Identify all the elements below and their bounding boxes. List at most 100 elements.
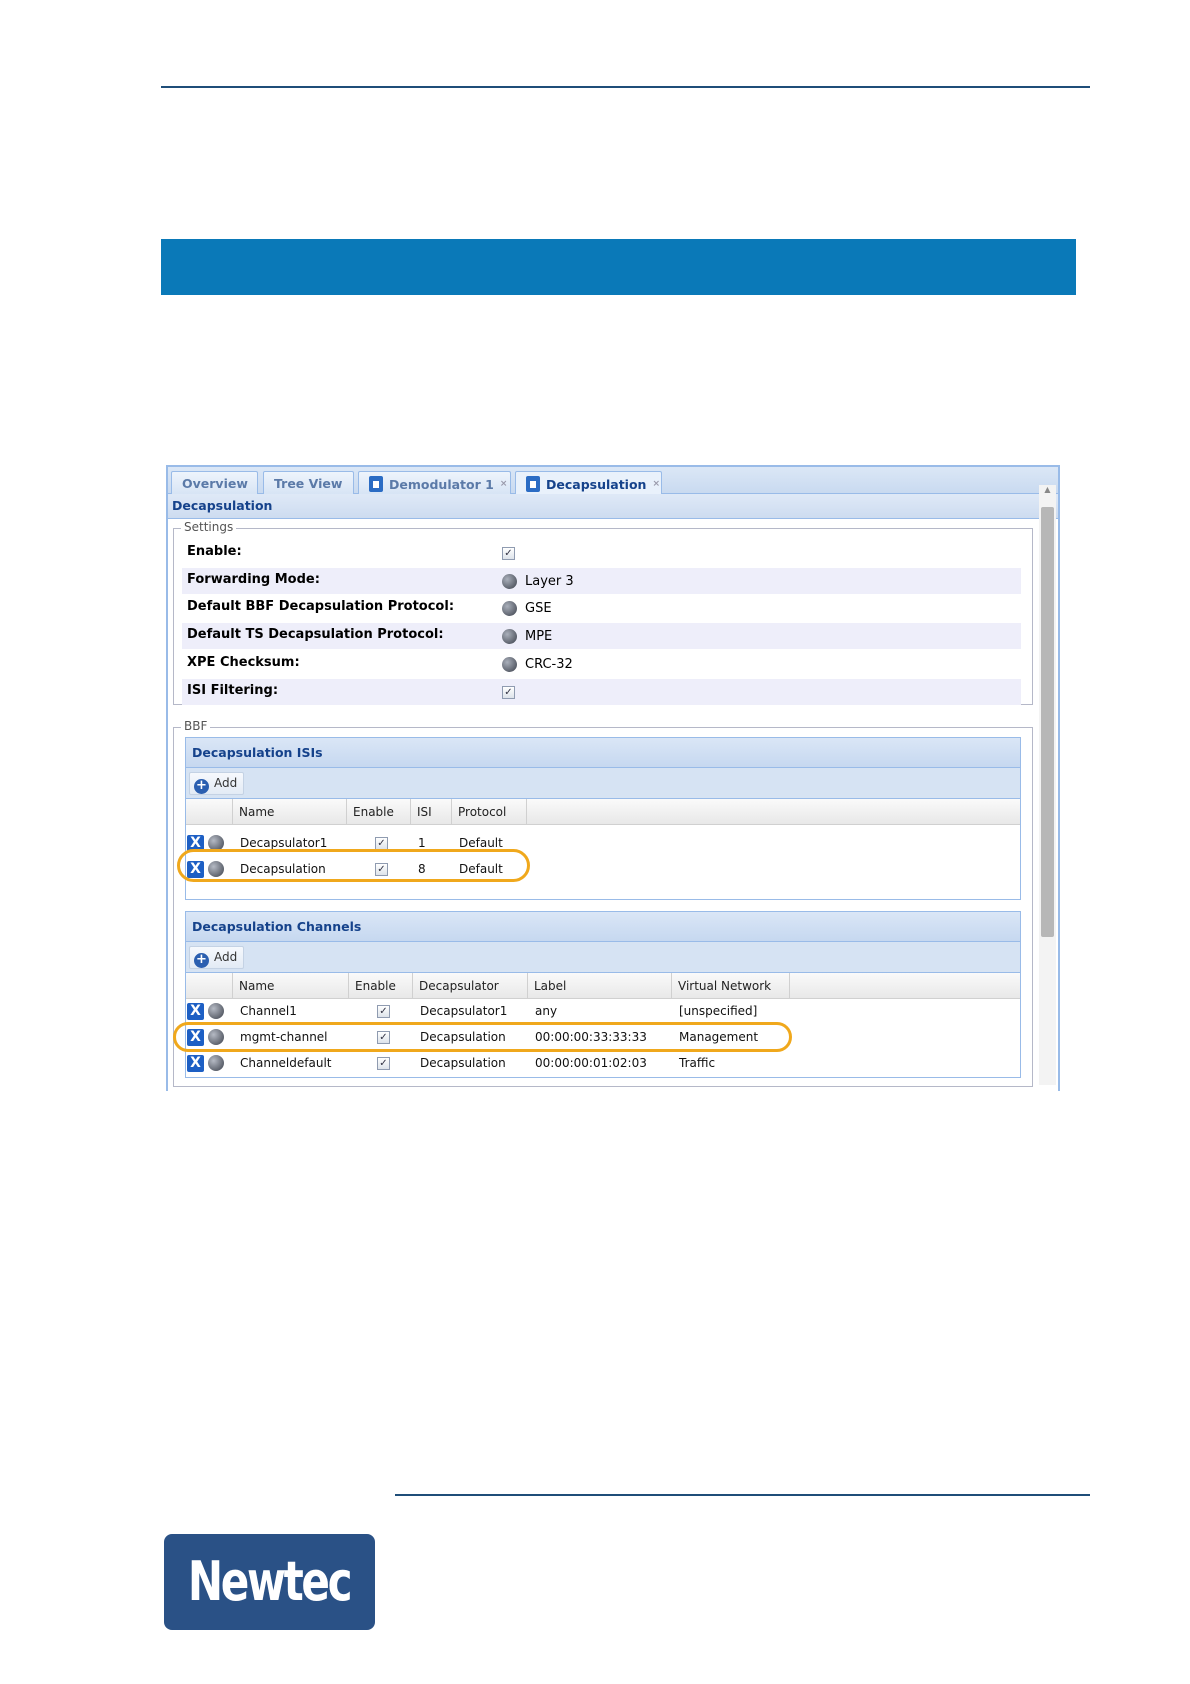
column-header[interactable]: Enable [347,799,411,825]
add-channel-button[interactable]: + Add [189,946,245,969]
document-icon [526,476,540,492]
column-header[interactable]: Name [233,973,349,999]
edit-icon[interactable] [502,656,517,672]
setting-row: Default TS Decapsulation Protocol: MPE [182,623,1021,650]
setting-label: Default BBF Decapsulation Protocol: [187,599,455,615]
add-isi-button[interactable]: + Add [189,772,245,795]
column-header[interactable]: Enable [349,973,413,999]
edit-icon[interactable] [502,629,517,645]
cell-decapsulator: Decapsulation [420,1056,506,1070]
close-icon[interactable]: × [500,479,508,489]
column-header[interactable]: Label [528,973,672,999]
cell-decapsulator: Decapsulator1 [420,1004,508,1018]
table-row[interactable]: Xmgmt-channel ✓ Decapsulation 00:00:00:33:3… [186,1025,1020,1051]
cell-name: Decapsulator1 [240,836,328,850]
setting-checkbox[interactable]: ✓ [502,547,515,560]
delete-icon[interactable]: X [187,1029,204,1046]
scroll-up-icon[interactable]: ▲ [1039,485,1056,494]
cell-protocol: Default [459,836,503,850]
enable-checkbox[interactable]: ✓ [377,1005,390,1018]
section-banner [161,239,1076,295]
setting-value-cell[interactable]: MPE [502,629,552,645]
table-row[interactable]: X Channeldefault ✓ Decapsulation 00:00:00:01… [186,1051,1020,1077]
tab-label: Demodulator 1 [389,477,494,492]
setting-label: Enable: [187,544,242,559]
delete-icon[interactable]: X [187,1003,204,1020]
cell-name: mgmt-channel [240,1030,328,1044]
cell-name: Decapsulation [240,862,326,876]
setting-value-cell[interactable]: Layer 3 [502,573,574,589]
cell-name: Channel1 [240,1004,297,1018]
newtec-logo: Newtec [164,1534,375,1630]
channels-grid-body: X Channel1 ✓ Decapsulator1 any [unspecified] X… [186,999,1020,1077]
isi-grid-body: X Decapsulator1 ✓ 1 Default X Decapsulation ✓ 8 D… [186,825,1020,883]
setting-value-cell[interactable]: CRC-32 [502,656,573,672]
footer-rule [395,1494,1090,1496]
edit-icon[interactable] [208,861,224,877]
cell-protocol: Default [459,862,503,876]
setting-value-cell[interactable]: GSE [502,601,552,617]
enable-checkbox[interactable]: ✓ [377,1057,390,1070]
cell-isi: 1 [418,836,426,850]
column-header[interactable]: Protocol [452,799,527,825]
isi-column-header: Name Enable ISI Protocol [186,799,1020,825]
column-header[interactable]: Name [233,799,347,825]
scrollbar[interactable]: ▲ [1039,485,1056,1085]
setting-label: Forwarding Mode: [187,571,320,587]
scrollbar-thumb[interactable] [1041,507,1054,937]
settings-legend: Settings [181,520,237,534]
cell-decapsulator: Decapsulation [420,1030,506,1044]
app-screenshot: Overview Tree View Demodulator 1 × Decaps… [166,465,1060,1091]
document-icon [369,476,383,492]
tab-strip: Overview Tree View Demodulator 1 × Decaps… [168,465,1058,497]
enable-checkbox[interactable]: ✓ [377,1031,390,1044]
setting-checkbox[interactable]: ✓ [502,685,515,699]
column-header[interactable]: Decapsulator [413,973,528,999]
tab-tree-view[interactable]: Tree View [263,471,354,496]
setting-row: Default BBF Decapsulation Protocol: GSE [182,595,1021,621]
table-row[interactable]: X Channel1 ✓ Decapsulator1 any [unspecified] [186,999,1020,1025]
logo-text: Newtec [188,1550,353,1613]
tab-label: Decapsulation [546,477,647,492]
panel-title: Decapsulation [168,494,1058,519]
table-row[interactable]: X Decapsulator1 ✓ 1 Default [186,831,1020,857]
column-header[interactable]: Virtual Network [672,973,790,999]
column-header[interactable]: ISI [411,799,452,825]
setting-label: ISI Filtering: [187,682,279,698]
setting-row: Forwarding Mode: Layer 3 [182,567,1021,594]
cell-vn: [unspecified] [679,1004,758,1018]
delete-icon[interactable]: X [187,835,204,852]
bbf-legend: BBF [181,719,211,733]
setting-row: XPE Checksum: CRC-32 [182,651,1021,677]
action-column-header [186,799,233,825]
header-rule [161,86,1090,88]
setting-row: ISI Filtering: ✓ [182,678,1021,705]
setting-row: Enable: ✓ [182,540,1021,566]
edit-icon[interactable] [208,1029,224,1045]
enable-checkbox[interactable]: ✓ [375,863,388,876]
tab-overview[interactable]: Overview [171,471,258,496]
close-icon[interactable]: × [652,479,660,489]
setting-label: Default TS Decapsulation Protocol: [187,627,444,643]
cell-label: 00:00:00:01:02:03 [535,1056,647,1070]
delete-icon[interactable]: X [187,1055,204,1072]
add-label: Add [214,950,238,964]
channels-panel: Decapsulation Channels + Add Name Enable De… [185,911,1021,1078]
tab-demodulator-1[interactable]: Demodulator 1 × [358,471,511,496]
setting-label: XPE Checksum: [187,654,300,670]
cell-isi: 8 [418,862,426,876]
enable-checkbox[interactable]: ✓ [375,837,388,850]
edit-icon[interactable] [208,1055,224,1071]
delete-icon[interactable]: X [187,861,204,878]
setting-value: CRC-32 [525,656,573,672]
cell-name: Channeldefault [240,1056,332,1070]
edit-icon[interactable] [208,835,224,851]
setting-value-cell: ✓ [502,685,515,700]
edit-icon[interactable] [502,573,517,589]
setting-value: GSE [525,601,552,617]
edit-icon[interactable] [502,601,517,617]
cell-vn: Traffic [679,1056,716,1070]
edit-icon[interactable] [208,1003,224,1019]
table-row[interactable]: X Decapsulation ✓ 8 Default [186,857,1020,883]
cell-label: any [535,1004,558,1018]
